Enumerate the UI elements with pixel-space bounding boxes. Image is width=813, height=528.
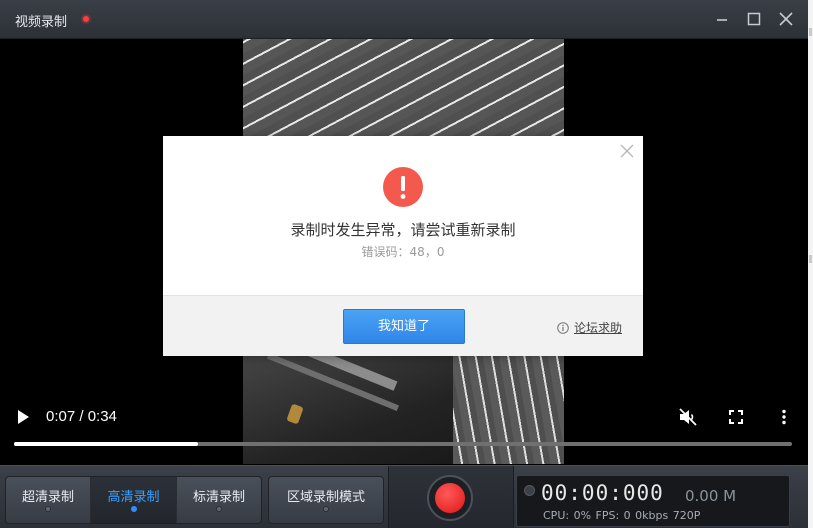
dialog-footer: 我知道了 论坛求助 bbox=[163, 295, 643, 356]
error-message: 录制时发生异常，请尝试重新录制 bbox=[290, 221, 516, 239]
playback-progress-bar[interactable] bbox=[14, 442, 792, 446]
recording-stats-panel: 00:00:000 0.00 M CPU: 0% FPS: 0 0kbps 72… bbox=[516, 475, 790, 527]
recording-indicator-icon bbox=[83, 16, 89, 22]
frame-knob bbox=[286, 403, 304, 425]
play-button[interactable] bbox=[14, 408, 32, 426]
record-button-zone bbox=[388, 466, 514, 528]
close-icon bbox=[620, 144, 634, 158]
playback-progress-fill bbox=[14, 442, 198, 446]
recorder-window: 视频录制 0:07 / 0:34 录制时发生异常，请尝试重新录制 错误码：48，… bbox=[0, 0, 808, 528]
edge-marker bbox=[809, 255, 812, 263]
minimize-button[interactable] bbox=[712, 9, 732, 29]
mode-indicator-dot bbox=[216, 506, 222, 512]
region-record-mode-button[interactable]: 区域录制模式 bbox=[268, 476, 384, 524]
info-icon bbox=[557, 322, 569, 334]
performance-readout: CPU: 0% FPS: 0 0kbps 720P bbox=[543, 509, 701, 522]
title-bar[interactable]: 视频录制 bbox=[0, 0, 808, 39]
mode-sd-button[interactable]: 标清录制 bbox=[177, 477, 261, 523]
window-title: 视频录制 bbox=[15, 15, 68, 30]
error-alert-icon bbox=[383, 167, 423, 207]
minimize-icon bbox=[717, 19, 727, 21]
quality-mode-group: 超清录制 高清录制 标清录制 bbox=[5, 476, 262, 524]
status-led-icon bbox=[524, 485, 535, 496]
dialog-close-button[interactable] bbox=[619, 143, 635, 159]
maximize-button[interactable] bbox=[744, 9, 764, 29]
close-icon bbox=[779, 12, 793, 26]
mode-label: 超清录制 bbox=[21, 490, 74, 505]
more-options-button[interactable] bbox=[775, 408, 793, 426]
error-code: 错误码：48，0 bbox=[361, 245, 445, 259]
window-edge-strip bbox=[808, 0, 813, 528]
maximize-icon bbox=[747, 12, 761, 26]
more-vertical-icon bbox=[782, 409, 786, 425]
recording-toolbar: 超清录制 高清录制 标清录制 区域录制模式 00:00:000 0.00 M C… bbox=[0, 465, 808, 528]
play-icon bbox=[18, 410, 29, 424]
fullscreen-button[interactable] bbox=[727, 408, 745, 426]
mode-label: 高清录制 bbox=[107, 490, 160, 505]
error-dialog: 录制时发生异常，请尝试重新录制 错误码：48，0 我知道了 论坛求助 bbox=[163, 136, 643, 356]
mode-ultra-hd-button[interactable]: 超清录制 bbox=[6, 477, 91, 523]
forum-help-label: 论坛求助 bbox=[574, 321, 623, 335]
mode-indicator-dot bbox=[45, 506, 51, 512]
acknowledge-button[interactable]: 我知道了 bbox=[343, 309, 465, 344]
exclamation-icon bbox=[400, 176, 406, 199]
mode-hd-button[interactable]: 高清录制 bbox=[91, 477, 177, 523]
forum-help-link[interactable]: 论坛求助 bbox=[557, 319, 622, 336]
edge-marker bbox=[809, 28, 812, 36]
close-window-button[interactable] bbox=[776, 9, 796, 29]
fullscreen-icon bbox=[729, 410, 743, 424]
record-icon bbox=[435, 483, 465, 513]
mode-label: 标清录制 bbox=[192, 490, 245, 505]
record-button[interactable] bbox=[427, 475, 473, 521]
recording-timer: 00:00:000 bbox=[541, 481, 664, 505]
file-size: 0.00 M bbox=[685, 487, 737, 505]
mute-button[interactable] bbox=[677, 406, 699, 428]
mode-indicator-dot bbox=[323, 506, 329, 512]
region-mode-label: 区域录制模式 bbox=[286, 490, 365, 505]
mode-indicator-dot bbox=[130, 506, 137, 512]
playback-time: 0:07 / 0:34 bbox=[46, 408, 117, 425]
volume-muted-icon bbox=[679, 408, 697, 426]
